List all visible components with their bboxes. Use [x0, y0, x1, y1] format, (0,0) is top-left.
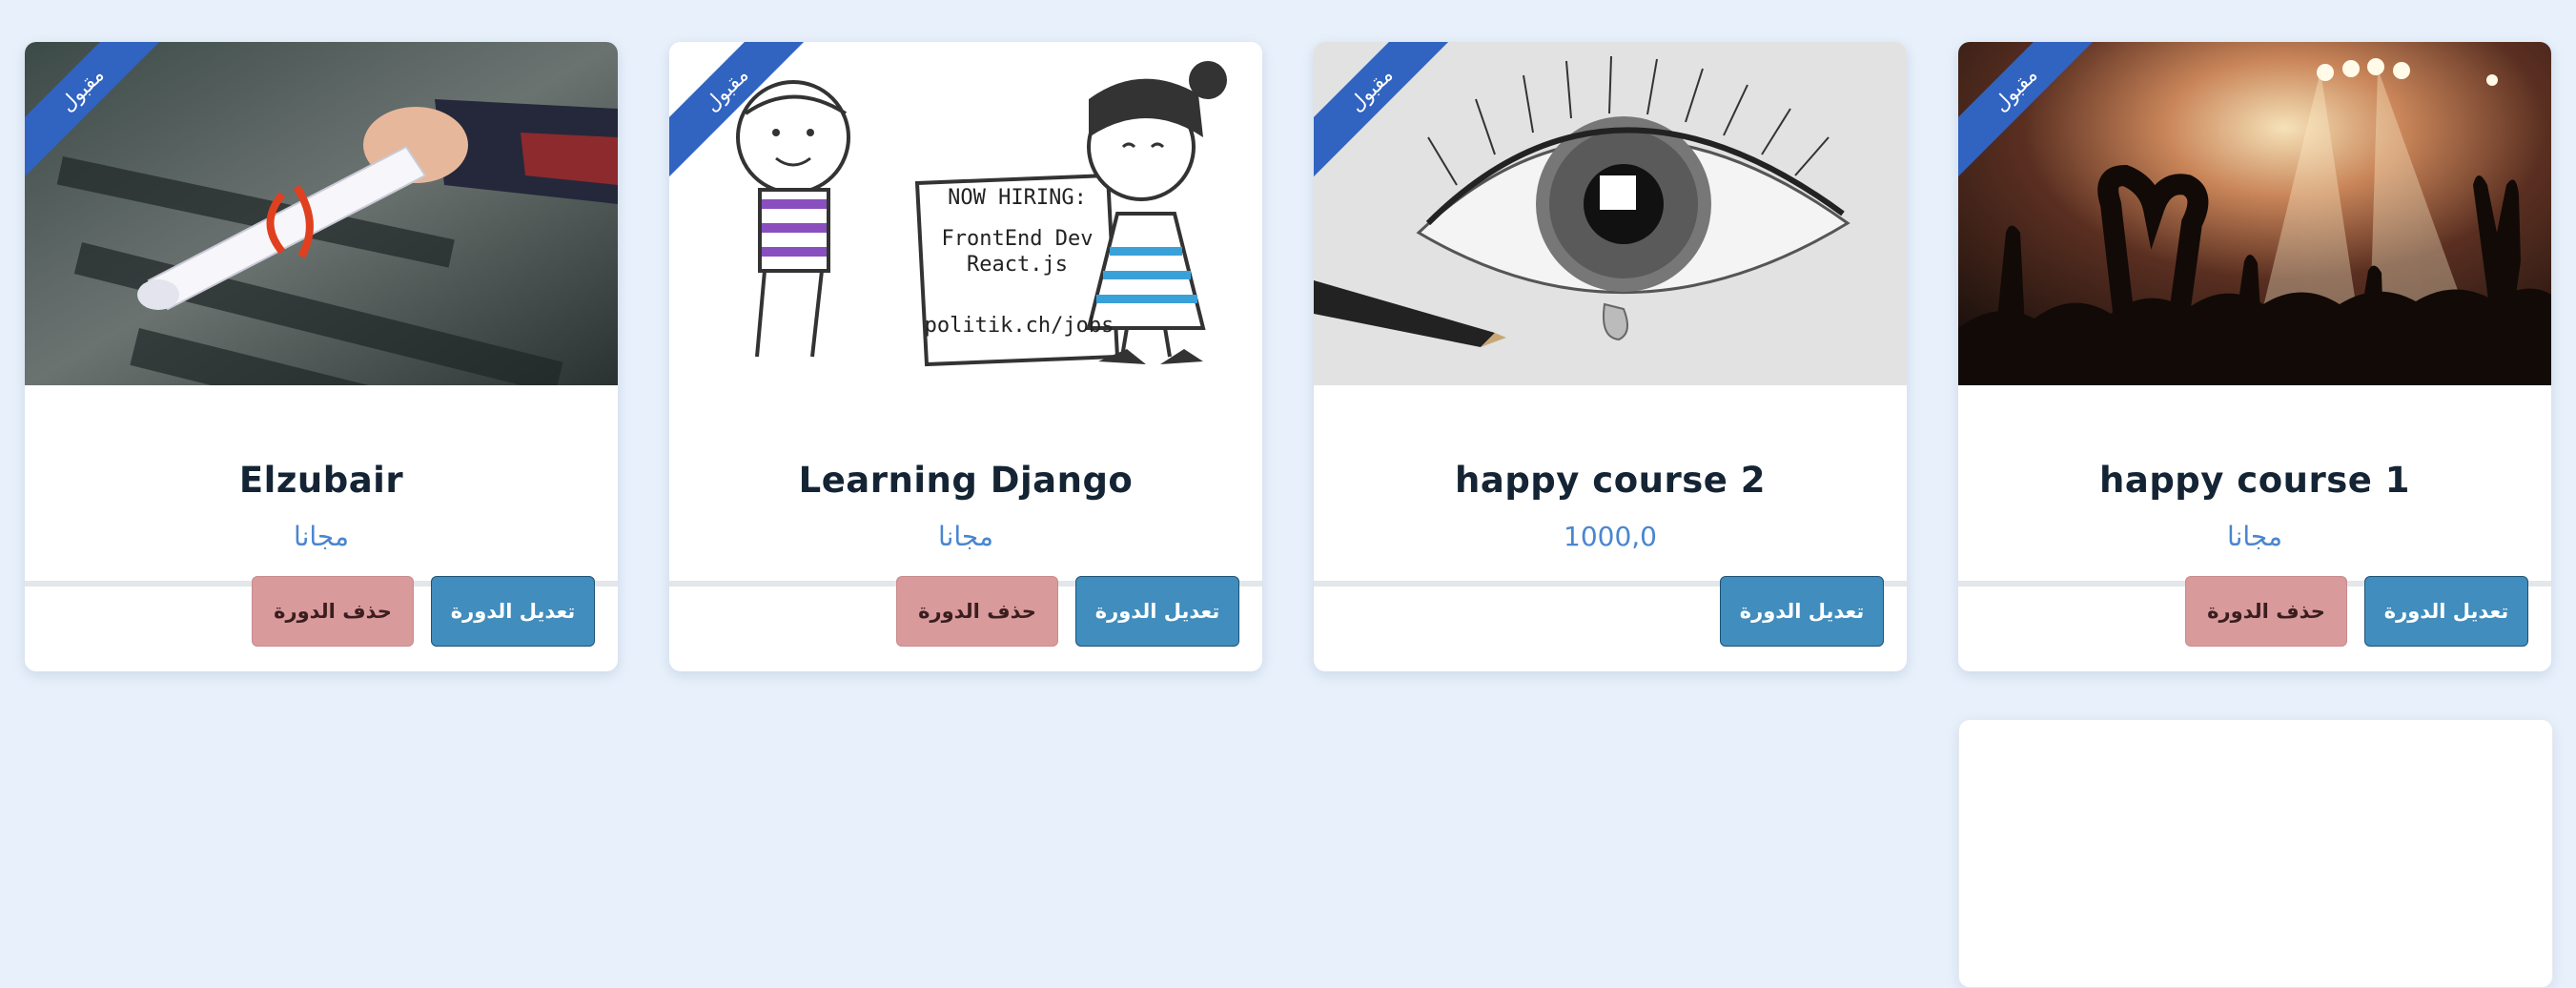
course-price: مجانا: [294, 521, 349, 552]
edit-course-button[interactable]: تعديل الدورة: [1075, 576, 1239, 647]
course-price: 1000,0: [1564, 521, 1657, 552]
course-image-concert[interactable]: [1958, 42, 2551, 385]
course-price: مجانا: [2227, 521, 2282, 552]
course-card: مقبول happy course 1 مجانا تعديل الدورة …: [1958, 42, 2551, 671]
edit-course-button[interactable]: تعديل الدورة: [1720, 576, 1884, 647]
course-card: NOW HIRING: FrontEnd Dev React.js politi…: [669, 42, 1262, 671]
course-image-diploma[interactable]: [25, 42, 618, 385]
course-title[interactable]: happy course 1: [1958, 460, 2551, 501]
course-card-placeholder: [1958, 719, 2553, 988]
course-title[interactable]: Learning Django: [669, 460, 1262, 501]
delete-course-button[interactable]: حذف الدورة: [2185, 576, 2347, 647]
course-card: مقبول Elzubair مجانا تعديل الدورة حذف ال…: [25, 42, 618, 671]
hiring-sign-line-4: politik.ch/jobs: [925, 314, 1114, 338]
hiring-sign-line-2: FrontEnd Dev: [942, 227, 1094, 251]
edit-course-button[interactable]: تعديل الدورة: [2364, 576, 2528, 647]
course-image-eye-drawing[interactable]: [1314, 42, 1907, 385]
edit-course-button[interactable]: تعديل الدورة: [431, 576, 595, 647]
course-price: مجانا: [938, 521, 993, 552]
course-title[interactable]: happy course 2: [1314, 460, 1907, 501]
course-card: مقبول happy course 2 1000,0 تعديل الدورة: [1314, 42, 1907, 671]
delete-course-button[interactable]: حذف الدورة: [252, 576, 414, 647]
hiring-sign-line-1: NOW HIRING:: [948, 186, 1087, 210]
hiring-sign-line-3: React.js: [967, 253, 1068, 277]
delete-course-button[interactable]: حذف الدورة: [896, 576, 1058, 647]
course-image-hiring-cartoon[interactable]: NOW HIRING: FrontEnd Dev React.js politi…: [669, 42, 1262, 385]
course-title[interactable]: Elzubair: [25, 460, 618, 501]
